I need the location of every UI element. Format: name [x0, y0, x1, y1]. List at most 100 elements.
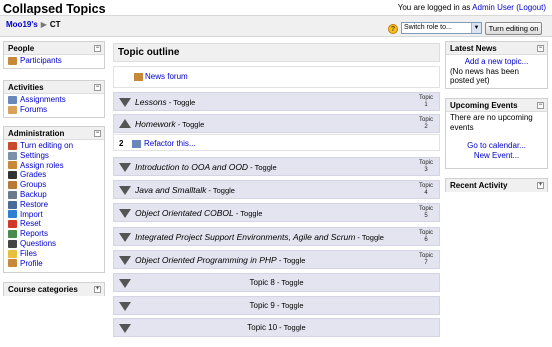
people-block: People − Participants	[3, 41, 105, 69]
collapse-triangle-icon[interactable]	[119, 256, 131, 265]
administration-title: Administration	[8, 129, 65, 138]
collapse-triangle-icon[interactable]	[119, 233, 131, 242]
recent-activity-title: Recent Activity	[450, 181, 508, 190]
help-icon[interactable]: ?	[388, 24, 398, 34]
topic-row-7[interactable]: Object Oriented Programming in PHP - Tog…	[113, 250, 440, 269]
turn-editing-on-button[interactable]: Turn editing on	[485, 22, 542, 35]
no-news-text: (No news has been posted yet)	[450, 66, 519, 86]
breadcrumb: Moo19's ▶ CT	[6, 20, 61, 29]
site-title: Collapsed Topics	[3, 2, 106, 16]
breadcrumb-current: CT	[49, 20, 61, 29]
section-number: 2	[119, 139, 124, 148]
sidebar-item-reset[interactable]: Reset	[8, 219, 100, 229]
topic-number: Topic 2	[418, 117, 433, 130]
sidebar-item-participants[interactable]: Participants	[8, 56, 100, 66]
collapse-icon[interactable]: −	[537, 102, 544, 109]
topic-row-1[interactable]: Lessons - Toggle Topic 1	[113, 92, 440, 111]
topic-title[interactable]: Topic 9 - Toggle	[114, 301, 439, 310]
sidebar-item-import[interactable]: Import	[8, 210, 100, 220]
collapse-icon[interactable]: −	[94, 84, 101, 91]
topic-number: Topic 4	[418, 183, 433, 196]
breadcrumb-separator-icon: ▶	[40, 20, 47, 29]
topic-title[interactable]: Object Oriented Programming in PHP - Tog…	[135, 255, 305, 265]
topic-title[interactable]: Topic 8 - Toggle	[114, 278, 439, 287]
groups-icon	[8, 181, 17, 190]
topic-title[interactable]: Object Orientated COBOL - Toggle	[135, 208, 262, 218]
latest-news-title: Latest News	[450, 44, 497, 53]
collapse-triangle-icon[interactable]	[119, 186, 131, 195]
block-header: Activities −	[4, 81, 104, 94]
collapse-triangle-icon[interactable]	[119, 209, 131, 218]
collapse-icon[interactable]: −	[94, 130, 101, 137]
block-header: People −	[4, 42, 104, 55]
assignment-icon	[132, 140, 141, 148]
user-link[interactable]: Admin User	[472, 3, 514, 12]
sidebar-item-assignments[interactable]: Assignments	[8, 95, 100, 105]
block-header: Course categories +	[4, 283, 104, 296]
sidebar-item-groups[interactable]: Groups	[8, 180, 100, 190]
block-header: Latest News −	[446, 42, 547, 55]
expand-triangle-icon[interactable]	[119, 119, 131, 128]
add-news-topic-link[interactable]: Add a new topic...	[450, 57, 543, 67]
collapse-icon[interactable]: −	[537, 45, 544, 52]
login-info: You are logged in as Admin User (Logout)	[398, 3, 546, 12]
block-header: Recent Activity +	[446, 179, 547, 192]
sidebar-item-profile[interactable]: Profile	[8, 259, 100, 269]
upcoming-events-block: Upcoming Events − There are no upcoming e…	[445, 98, 548, 169]
go-to-calendar-link[interactable]: Go to calendar...	[450, 141, 543, 151]
topic-outline-heading: Topic outline	[113, 43, 440, 62]
grades-icon	[8, 171, 17, 180]
recent-activity-block: Recent Activity +	[445, 178, 548, 192]
settings-icon	[8, 151, 17, 160]
collapse-icon[interactable]: −	[94, 45, 101, 52]
activities-block: Activities − Assignments Forums	[3, 80, 105, 118]
topic-row-10[interactable]: Topic 10 - Toggle	[113, 318, 440, 337]
sidebar-item-settings[interactable]: Settings	[8, 151, 100, 161]
sidebar-item-reports[interactable]: Reports	[8, 229, 100, 239]
sidebar-item-restore[interactable]: Restore	[8, 200, 100, 210]
topic-row-3[interactable]: Introduction to OOA and OOD - Toggle Top…	[113, 157, 440, 176]
backup-icon	[8, 190, 17, 199]
collapse-triangle-icon[interactable]	[119, 163, 131, 172]
topic-row-6[interactable]: Integrated Project Support Environments,…	[113, 227, 440, 246]
profile-icon	[8, 259, 17, 268]
topic-title[interactable]: Homework - Toggle	[135, 119, 204, 129]
news-forum-link[interactable]: News forum	[145, 72, 188, 81]
sidebar-item-forums[interactable]: Forums	[8, 105, 100, 115]
switch-role-select[interactable]: Switch role to... ▼	[401, 22, 482, 34]
topic-row-5[interactable]: Object Orientated COBOL - Toggle Topic 5	[113, 203, 440, 222]
login-prefix: You are logged in as	[397, 3, 471, 12]
expand-icon[interactable]: +	[537, 182, 544, 189]
topic-number: Topic 6	[418, 230, 433, 243]
sidebar-item-backup[interactable]: Backup	[8, 190, 100, 200]
sidebar-item-turn-editing-on[interactable]: Turn editing on	[8, 141, 100, 151]
chevron-down-icon[interactable]: ▼	[471, 23, 481, 33]
participants-icon	[8, 56, 17, 65]
topic-row-2[interactable]: Homework - Toggle Topic 2	[113, 114, 440, 133]
topic-title[interactable]: Introduction to OOA and OOD - Toggle	[135, 162, 277, 172]
topic-title[interactable]: Java and Smalltalk - Toggle	[135, 185, 235, 195]
administration-block: Administration − Turn editing on Settings…	[3, 126, 105, 273]
sidebar-item-assign-roles[interactable]: Assign roles	[8, 161, 100, 171]
collapse-triangle-icon[interactable]	[119, 98, 131, 107]
course-categories-block: Course categories +	[3, 282, 105, 296]
new-event-link[interactable]: New Event...	[450, 151, 543, 161]
topic-title[interactable]: Lessons - Toggle	[135, 97, 195, 107]
block-header: Administration −	[4, 127, 104, 140]
import-icon	[8, 210, 17, 219]
logout-link[interactable]: (Logout)	[516, 3, 546, 12]
topic-title[interactable]: Topic 10 - Toggle	[114, 323, 439, 332]
refactor-activity-link[interactable]: Refactor this...	[144, 139, 196, 148]
people-title: People	[8, 44, 35, 53]
sidebar-item-questions[interactable]: Questions	[8, 239, 100, 249]
breadcrumb-course-link[interactable]: Moo19's	[6, 20, 38, 29]
course-categories-title: Course categories	[8, 285, 78, 294]
topic-title[interactable]: Integrated Project Support Environments,…	[135, 232, 384, 242]
topic-row-9[interactable]: Topic 9 - Toggle	[113, 296, 440, 315]
topic-number: Topic 1	[418, 95, 433, 108]
sidebar-item-grades[interactable]: Grades	[8, 170, 100, 180]
topic-row-4[interactable]: Java and Smalltalk - Toggle Topic 4	[113, 180, 440, 199]
topic-row-8[interactable]: Topic 8 - Toggle	[113, 273, 440, 292]
sidebar-item-files[interactable]: Files	[8, 249, 100, 259]
expand-icon[interactable]: +	[94, 286, 101, 293]
